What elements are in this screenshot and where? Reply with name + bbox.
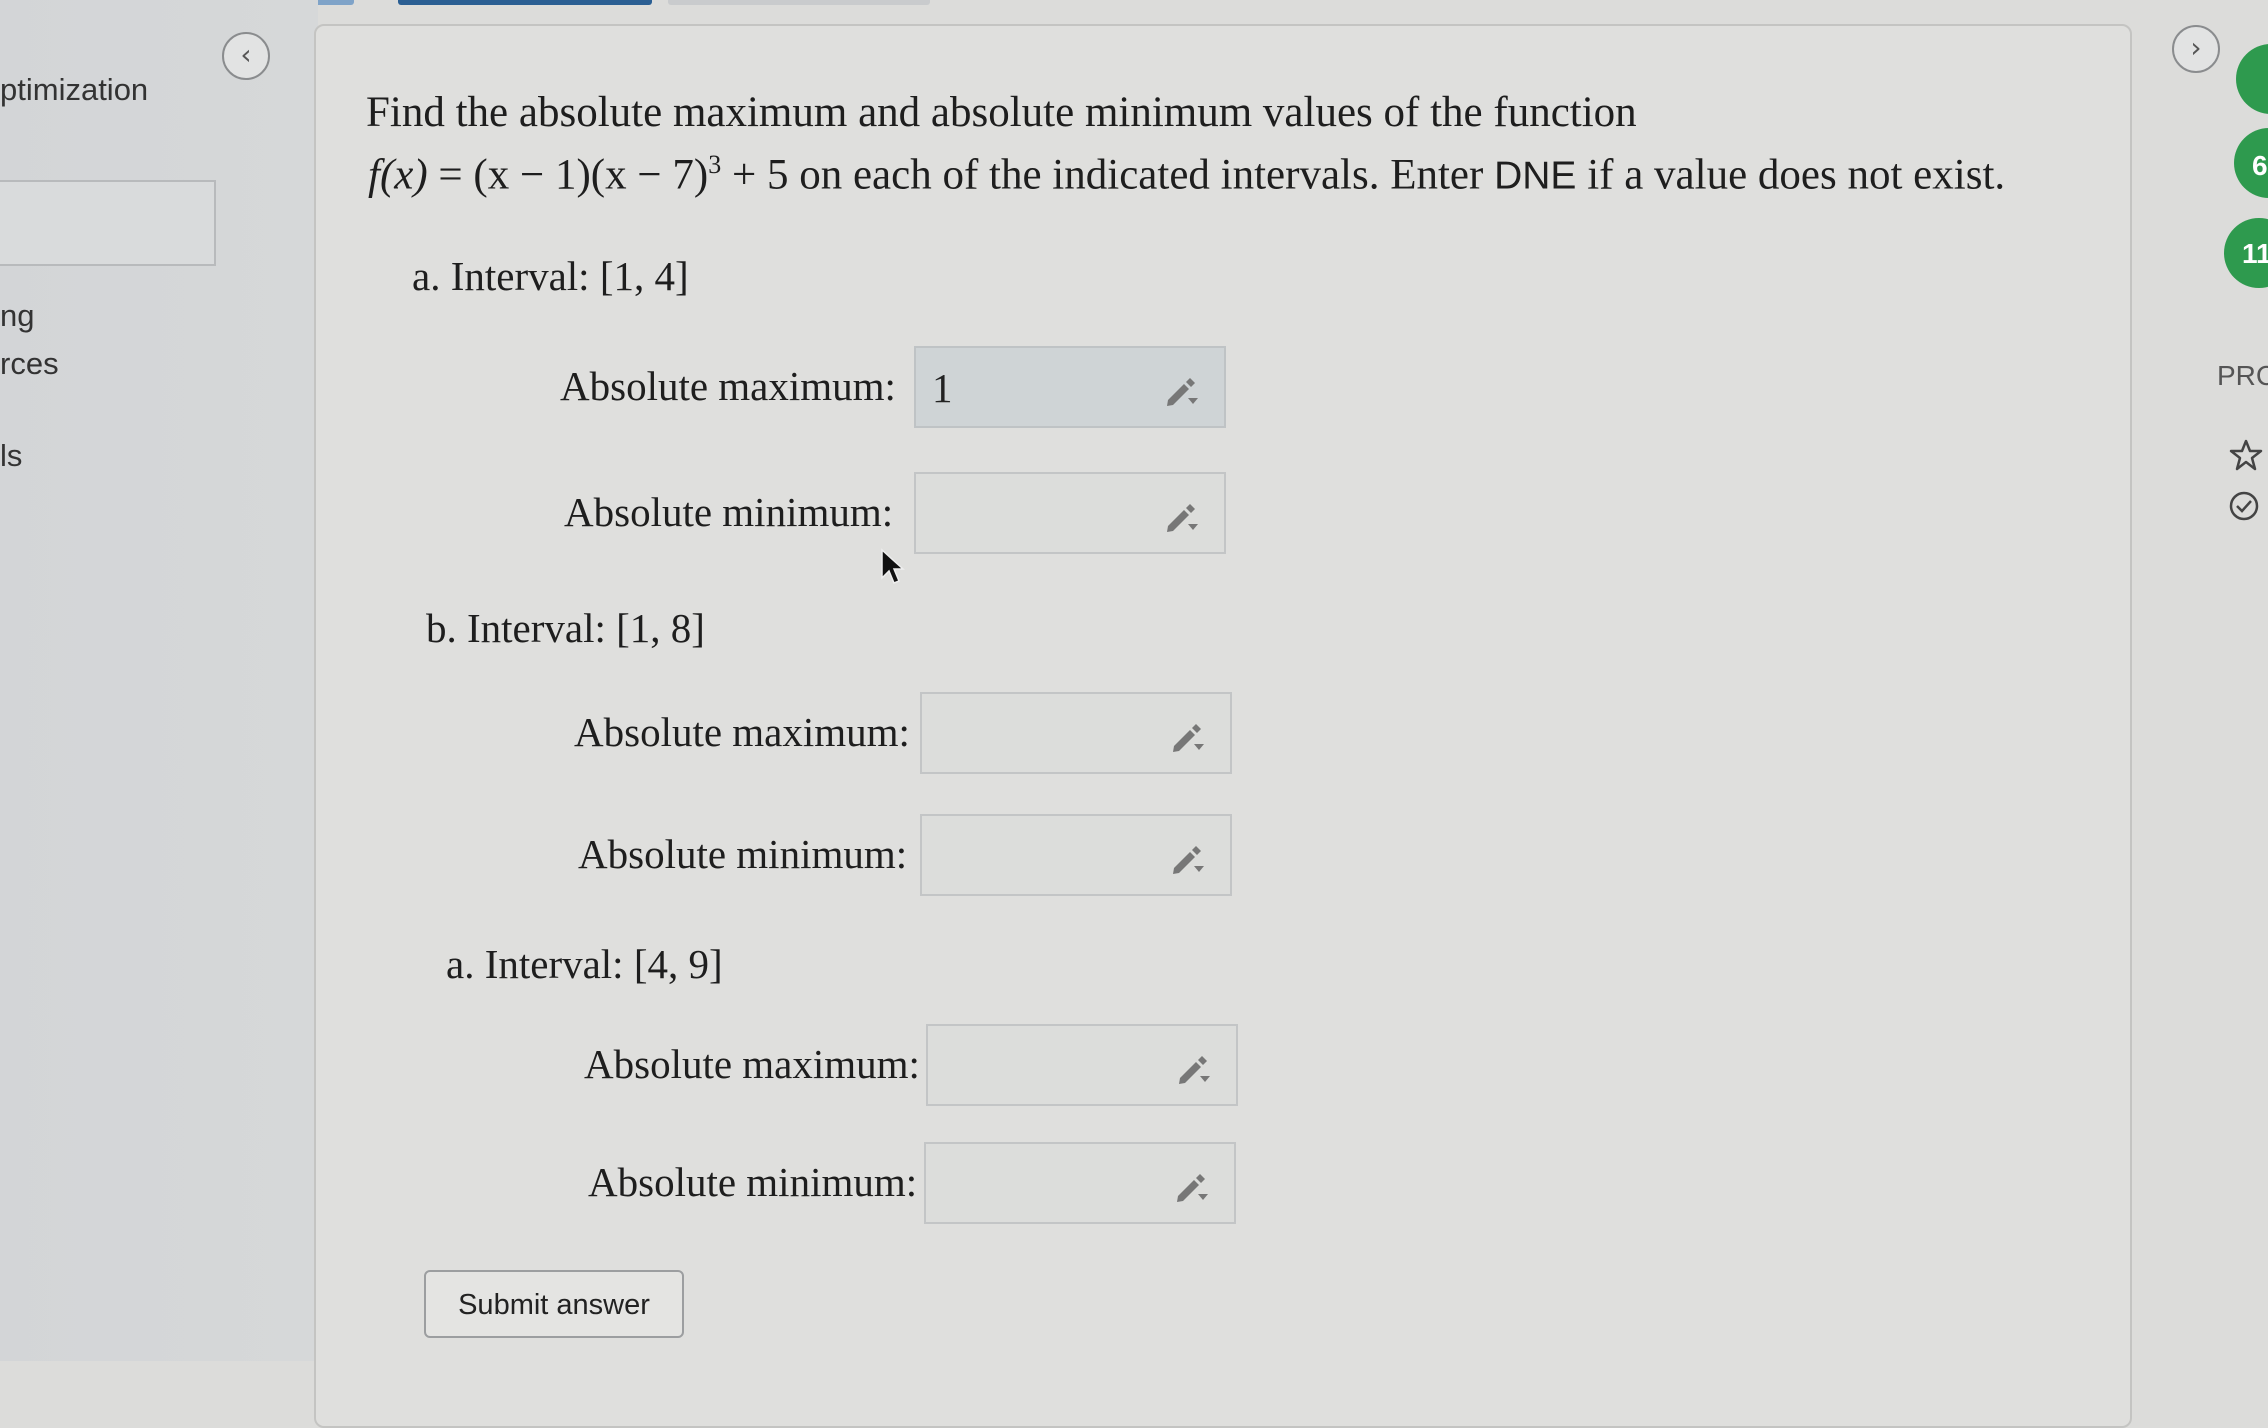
part-b-max-label: Absolute maximum:	[574, 709, 910, 755]
part-a-max-label: Absolute maximum:	[560, 363, 896, 409]
sidebar-item-1[interactable]: ng	[0, 298, 34, 334]
top-tab-2[interactable]	[398, 0, 652, 5]
question-tail: + 5 on each of the indicated intervals. …	[721, 151, 1495, 199]
submit-answer-button[interactable]: Submit answer	[424, 1270, 684, 1338]
part-a-min-label: Absolute minimum:	[564, 489, 894, 535]
pencil-edit-icon[interactable]	[1162, 496, 1202, 536]
chevron-left-icon: ‹	[240, 38, 252, 71]
part-c-max-label: Absolute maximum:	[584, 1041, 920, 1087]
pencil-edit-icon[interactable]	[1162, 370, 1202, 410]
part-c-max-input[interactable]	[926, 1024, 1238, 1106]
part-b-heading: b. Interval: [1, 8]	[426, 605, 705, 651]
right-panel	[2170, 0, 2268, 1361]
check-circle-icon[interactable]	[2226, 488, 2262, 524]
pencil-edit-icon[interactable]	[1168, 716, 1208, 756]
part-a-heading: a. Interval: [1, 4]	[412, 253, 689, 299]
part-b-min-input[interactable]	[920, 814, 1232, 896]
function-expression: = (x − 1)(x − 7)	[427, 151, 709, 199]
right-panel-label: PRC	[2217, 360, 2268, 391]
sidebar-title[interactable]: ptimization	[0, 72, 148, 108]
function-name: f(x)	[368, 151, 428, 199]
star-icon[interactable]	[2228, 438, 2264, 474]
pencil-edit-icon[interactable]	[1172, 1166, 1212, 1206]
dne-keyword: DNE	[1494, 154, 1577, 198]
pencil-edit-icon[interactable]	[1168, 838, 1208, 878]
top-tab-3[interactable]	[668, 0, 930, 5]
sidebar-item-3[interactable]: ls	[0, 438, 22, 474]
part-a-max-value: 1	[932, 365, 953, 411]
part-c-min-label: Absolute minimum:	[588, 1159, 918, 1205]
part-c-heading: a. Interval: [4, 9]	[446, 941, 723, 987]
part-b-min-label: Absolute minimum:	[578, 831, 908, 877]
mouse-cursor-icon	[881, 548, 905, 584]
question-tail-2: if a value does not exist.	[1576, 151, 2006, 199]
sidebar-box[interactable]	[0, 180, 216, 266]
previous-question-button[interactable]: ‹	[222, 32, 270, 80]
question-text-line2: f(x) = (x − 1)(x − 7)3 + 5 on each of th…	[368, 150, 2005, 199]
sidebar-item-2[interactable]: rces	[0, 346, 59, 382]
part-b-max-input[interactable]	[920, 692, 1232, 774]
function-exponent: 3	[708, 150, 722, 179]
part-a-min-input[interactable]	[914, 472, 1226, 554]
left-sidebar: ptimization ng rces ls	[0, 0, 318, 1361]
part-c-min-input[interactable]	[924, 1142, 1236, 1224]
question-text-line1: Find the absolute maximum and absolute m…	[366, 89, 1637, 136]
part-a-max-input[interactable]: 1	[914, 346, 1226, 428]
pencil-edit-icon[interactable]	[1174, 1048, 1214, 1088]
